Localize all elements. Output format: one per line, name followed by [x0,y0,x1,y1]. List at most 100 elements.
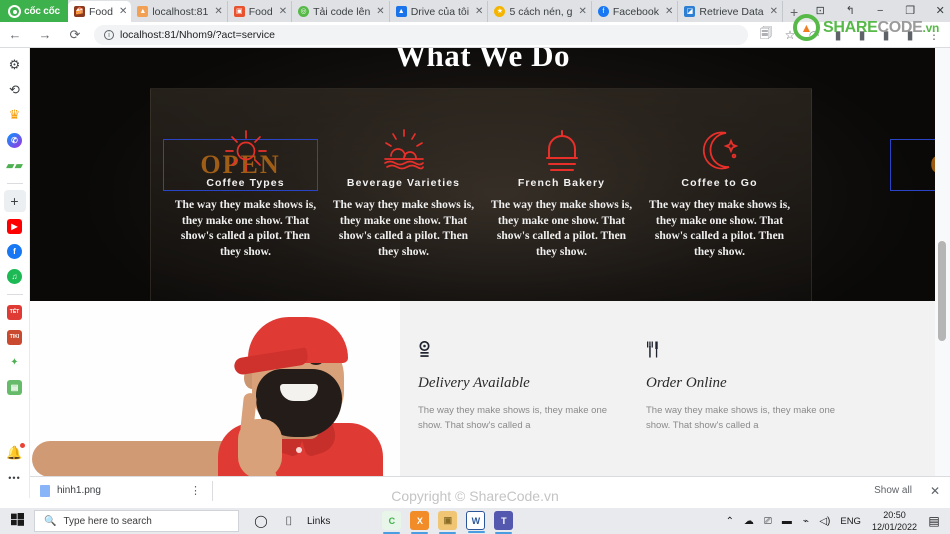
cortana-icon[interactable]: ◯ [247,514,275,528]
maximize-button[interactable]: ❐ [895,0,925,22]
profile-icon[interactable]: ◠ [802,28,826,42]
sidebar-item-settings[interactable]: ⚙ [4,54,26,76]
download-item[interactable]: hinh1.png [40,484,190,497]
translate-icon[interactable]: 🗐 [754,24,778,45]
windows-taskbar: 🔍 Type here to search ◯ ⌷ Links C X ▣ W … [0,508,950,534]
action-center-icon[interactable]: ▤ [922,514,946,528]
sidebar-item-youtube[interactable]: ▶ [4,215,26,237]
screen: cốc cốc 🍰 Food ✕ ▲ localhost:81 ✕ ▣ Food… [0,0,950,534]
sidebar-item-premium[interactable]: ♛ [4,104,26,126]
tab-close-button[interactable]: ✕ [770,6,778,17]
battery-icon[interactable]: ▬ [777,516,796,527]
sidebar-item-messenger[interactable]: ✆ [4,129,26,151]
taskbar-app-word[interactable]: W [466,511,486,533]
browser-tab-3[interactable]: ◎ Tải code lên ✕ [292,1,390,22]
tab-title: 5 cách nén, g [509,5,573,18]
tab-title: localhost:81 [152,5,209,18]
volume-icon[interactable]: ◁) [815,516,834,527]
tab-title: Food [89,5,113,18]
toolbar-icon-group: 🗐 ☆ ◠ ▮ ▮ ▮ ▮ ⋮ [754,24,950,45]
start-button[interactable] [0,513,34,529]
youtube-icon: ▶ [7,218,22,234]
sidebar-item-history[interactable]: ⟲ [4,79,26,101]
display-settings-icon[interactable]: ⎚ [758,516,777,527]
browser-tab-1[interactable]: ▲ localhost:81 ✕ [131,1,228,22]
taskbar-app-xampp[interactable]: X [410,511,430,534]
close-window-button[interactable]: ✕ [925,0,950,22]
page-scrollbar-thumb[interactable] [938,241,946,341]
coccoc-icon: C [388,515,396,526]
bookmark-star-icon[interactable]: ☆ [778,28,802,42]
tab-close-button[interactable]: ✕ [214,6,222,17]
download-file-name: hinh1.png [57,485,101,496]
onedrive-cloud-icon[interactable]: ☁ [739,516,758,527]
sidebar-item-shop[interactable]: ▤ [4,376,26,398]
download-item-menu-button[interactable]: ⋮ [190,484,202,497]
tab-close-button[interactable]: ✕ [279,6,287,17]
extension-icon-2[interactable]: ▮ [850,28,874,42]
service-title: French Bakery [517,177,606,189]
tab-close-button[interactable]: ✕ [665,6,673,17]
sidebar-item-facebook[interactable]: f [4,240,26,262]
sidebar-item-tennis[interactable]: ✦ [4,351,26,373]
tab-close-button[interactable]: ✕ [376,6,384,17]
extension-icon-4[interactable]: ▮ [898,28,922,42]
service-title: Coffee Types [206,177,285,189]
sidebar-item-more[interactable]: ••• [4,467,26,489]
browser-tab-5[interactable]: ★ 5 cách nén, g ✕ [488,1,592,22]
tab-close-button[interactable]: ✕ [475,6,483,17]
tab-close-button[interactable]: ✕ [119,6,127,17]
browser-tab-4[interactable]: ▲ Drive của tôi ✕ [390,1,489,22]
browser-tab-6[interactable]: f Facebook ✕ [592,1,679,22]
search-input[interactable]: 🔍 Type here to search [34,510,239,532]
page-viewport: What We Do OPEN OP [30,48,935,498]
tet-shop-icon: TẾT [7,304,22,320]
page-scrollbar-track[interactable] [935,48,950,498]
sidebar-item-spotify[interactable]: ♫ [4,265,26,287]
sidebar-item-tet[interactable]: TẾT [4,301,26,323]
site-info-icon[interactable]: i [104,29,114,40]
tab-title: Food [248,5,273,18]
sidebar-item-add[interactable]: + [3,190,26,212]
word-icon: W [471,515,481,526]
language-indicator[interactable]: ENG [834,516,867,527]
extension-icon-3[interactable]: ▮ [874,28,898,42]
minimize-button[interactable]: − [865,0,895,22]
more-dots-icon: ••• [8,473,21,483]
sharecode-icon: ◎ [298,6,310,17]
xampp-icon: ▲ [137,6,149,17]
service-body: The way they make shows is, they make on… [174,199,317,258]
address-bar[interactable]: i localhost:81/Nhom9/?act=service [94,24,748,45]
close-download-bar-button[interactable]: ✕ [930,484,940,498]
sidebar-item-notifications[interactable]: 🔔 [4,442,26,464]
service-columns: Coffee Types The way they make shows is,… [30,126,935,260]
show-hidden-icons-chevron-icon[interactable]: ⌃ [720,516,739,527]
restore-session-icon[interactable]: ↰ [835,0,865,22]
sidebar-item-games[interactable]: ▰▰ [4,154,26,176]
facebook-icon: f [7,243,22,259]
feature-delivery-available: Delivery Available The way they make sho… [418,340,646,498]
taskbar-app-coccoc[interactable]: C [382,511,402,534]
browser-tab-7[interactable]: ◪ Retrieve Data ✕ [678,1,783,22]
browser-menu-icon[interactable]: ⋮ [922,28,946,42]
back-button[interactable]: ← [0,27,30,42]
extension-icon-1[interactable]: ▮ [826,28,850,42]
sidebar-item-tiki[interactable]: TIKI [4,326,26,348]
cast-icon[interactable]: ⊡ [805,0,835,22]
drive-icon: ▲ [395,6,407,17]
taskbar-app-file-explorer[interactable]: ▣ [438,511,458,534]
bakery-dome-icon [486,126,638,176]
clock[interactable]: 20:50 12/01/2022 [867,509,922,533]
wifi-icon[interactable]: ⌁ [796,516,815,527]
show-all-downloads-link[interactable]: Show all [874,485,912,496]
reload-button[interactable]: ⟳ [60,27,90,43]
forward-button[interactable]: → [30,27,60,42]
tab-close-button[interactable]: ✕ [578,6,586,17]
coccoc-brand-button[interactable]: cốc cốc [0,0,68,22]
browser-tab-2[interactable]: ▣ Food ✕ [228,1,293,22]
task-view-icon[interactable]: ⌷ [275,514,303,529]
browser-tab-0[interactable]: 🍰 Food ✕ [68,1,132,22]
new-tab-button[interactable]: + [783,2,805,22]
taskbar-links-label[interactable]: Links [307,516,330,527]
taskbar-app-teams[interactable]: T [494,511,514,534]
